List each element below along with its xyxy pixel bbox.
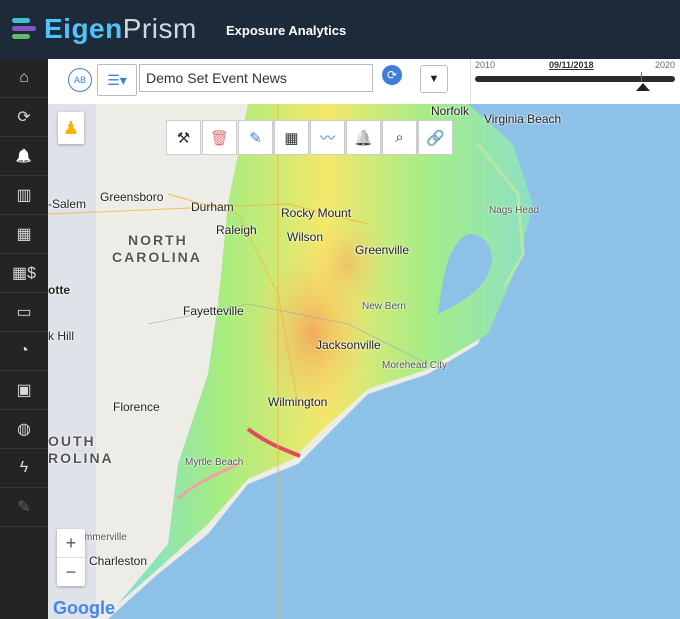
home-icon: ⌂ bbox=[19, 69, 29, 86]
link-button[interactable]: 🔗 bbox=[418, 120, 453, 155]
pen-icon: ✎ bbox=[249, 129, 262, 147]
logo-prism: Prism bbox=[122, 13, 197, 44]
bar-chart-icon: ▥ bbox=[16, 187, 32, 204]
timeline-track[interactable] bbox=[475, 76, 675, 82]
link-icon: 🔗 bbox=[426, 129, 445, 147]
eigenprism-logo[interactable]: EigenPrism bbox=[12, 13, 197, 44]
map-label-myrtle-beach: Myrtle Beach bbox=[185, 457, 244, 468]
trend-button[interactable]: 〰 bbox=[310, 120, 345, 155]
map-label-charleston: Charleston bbox=[89, 554, 148, 568]
map-label-south: OUTH bbox=[48, 433, 96, 449]
draw-button[interactable]: ✎ bbox=[238, 120, 273, 155]
map-label-south-carolina: ROLINA bbox=[48, 450, 114, 466]
globe-icon: ◍ bbox=[17, 421, 31, 438]
list-menu-button[interactable]: ☰▾ bbox=[97, 64, 137, 96]
street-view-pegman[interactable]: ♟ bbox=[58, 112, 84, 144]
map-label-nags-head: Nags Head bbox=[489, 205, 540, 216]
sidebar-item-alerts[interactable]: 🔔 bbox=[0, 137, 48, 176]
toolbar: AB ☰▾ ⟳ ▼ 2010 09/11/2018 2020 bbox=[48, 59, 680, 105]
trend-line-icon: 〰 bbox=[319, 130, 335, 147]
map-label-carolina: CAROLINA bbox=[112, 249, 202, 265]
zoom-in-button[interactable]: + bbox=[57, 529, 85, 557]
pegman-icon: ♟ bbox=[62, 117, 80, 138]
timeline-slider-handle[interactable] bbox=[636, 83, 650, 91]
ab-compare-button[interactable]: AB bbox=[68, 68, 92, 92]
alert-button[interactable]: 🔔 bbox=[346, 120, 381, 155]
briefcase-icon: ▣ bbox=[16, 382, 32, 399]
app-title: Exposure Analytics bbox=[226, 23, 347, 38]
logo-eigen: Eigen bbox=[44, 13, 123, 44]
sidebar-item-sync[interactable]: ⟳ bbox=[0, 98, 48, 137]
app-header: EigenPrism Exposure Analytics bbox=[0, 0, 680, 59]
timeline: 2010 09/11/2018 2020 bbox=[470, 59, 680, 103]
map-label-raleigh: Raleigh bbox=[216, 223, 257, 237]
lightning-icon: ϟ bbox=[19, 459, 29, 476]
map-label-otte: otte bbox=[48, 283, 70, 297]
sidebar-item-monitor[interactable]: ▭ bbox=[0, 293, 48, 332]
map-label-florence: Florence bbox=[113, 400, 160, 414]
bell-icon: 🔔 bbox=[354, 129, 373, 147]
list-icon: ☰▾ bbox=[107, 71, 127, 88]
google-logo: Google bbox=[53, 598, 115, 619]
sidebar-item-events[interactable]: ϟ bbox=[0, 449, 48, 488]
google-logo-text: Google bbox=[53, 598, 115, 618]
bell-icon: 🔔 bbox=[15, 148, 33, 163]
map-view[interactable]: Norfolk Virginia Beach Greensboro -Salem… bbox=[48, 104, 680, 619]
map-label-greensboro: Greensboro bbox=[100, 190, 164, 204]
tools-button[interactable]: ⚒ bbox=[166, 120, 201, 155]
tools-icon: ⚒ bbox=[176, 129, 191, 147]
map-canvas bbox=[48, 104, 533, 619]
map-label-wilson: Wilson bbox=[287, 230, 324, 244]
trash-icon: 🗑 bbox=[209, 129, 230, 147]
search-map-button[interactable]: ⌕ bbox=[382, 120, 417, 155]
globe-sync-icon: ⟳ bbox=[17, 109, 31, 126]
sidebar-item-edit[interactable]: ✎ bbox=[0, 488, 48, 527]
map-label-virginia-beach: Virginia Beach bbox=[484, 112, 562, 126]
map-toolbar: ⚒ 🗑 ✎ ▦ 〰 🔔 ⌕ 🔗 bbox=[166, 120, 454, 155]
search-icon: ⌕ bbox=[395, 129, 404, 146]
map-label-durham: Durham bbox=[191, 200, 234, 214]
sidebar: ⌂ ⟳ 🔔 ▥ ▦ ▦$ ▭ ◔ ▣ ◍ ϟ ✎ bbox=[0, 59, 48, 619]
map-label-fayetteville: Fayetteville bbox=[183, 304, 244, 318]
timeline-start: 2010 bbox=[475, 60, 496, 70]
zoom-out-button[interactable]: − bbox=[57, 557, 85, 586]
map-label-north: NORTH bbox=[128, 232, 188, 248]
sync-button[interactable]: ⟳ bbox=[382, 65, 402, 85]
calculator-icon: ▦ bbox=[284, 129, 299, 147]
sidebar-item-charts[interactable]: ▥ bbox=[0, 176, 48, 215]
sidebar-item-globe[interactable]: ◍ bbox=[0, 410, 48, 449]
sidebar-item-portfolio[interactable]: ▣ bbox=[0, 371, 48, 410]
map-label-summerville: mmerville bbox=[84, 532, 127, 543]
map-label-k-hill: k Hill bbox=[48, 329, 74, 343]
pie-chart-icon: ◔ bbox=[19, 342, 29, 359]
map-label-rocky-mount: Rocky Mount bbox=[281, 206, 352, 220]
grid-dollar-icon: ▦$ bbox=[11, 265, 36, 282]
monitor-icon: ▭ bbox=[16, 304, 32, 321]
logo-icon bbox=[12, 15, 42, 43]
timeline-end: 2020 bbox=[655, 60, 676, 70]
sidebar-item-pie[interactable]: ◔ bbox=[0, 332, 48, 371]
map-label-norfolk: Norfolk bbox=[431, 104, 470, 118]
filter-button[interactable]: ▼ bbox=[420, 65, 448, 93]
event-set-input[interactable] bbox=[139, 64, 373, 92]
zoom-control: + − bbox=[57, 529, 85, 586]
map-label-morehead-city: Morehead City bbox=[382, 360, 448, 371]
delete-button[interactable]: 🗑 bbox=[202, 120, 237, 155]
filter-icon: ▼ bbox=[428, 73, 440, 85]
map-label-greenville: Greenville bbox=[355, 243, 410, 257]
sidebar-item-home[interactable]: ⌂ bbox=[0, 59, 48, 98]
map-label-new-bern: New Bern bbox=[362, 301, 406, 312]
grid-icon: ▦ bbox=[16, 226, 32, 243]
map-label-salem: -Salem bbox=[48, 197, 87, 211]
calculator-button[interactable]: ▦ bbox=[274, 120, 309, 155]
sync-icon: ⟳ bbox=[386, 68, 398, 82]
map-label-jacksonville: Jacksonville bbox=[316, 338, 381, 352]
sidebar-item-grid[interactable]: ▦ bbox=[0, 215, 48, 254]
sidebar-item-financial[interactable]: ▦$ bbox=[0, 254, 48, 293]
edit-icon: ✎ bbox=[17, 499, 31, 516]
timeline-marker bbox=[641, 72, 642, 82]
map-label-wilmington: Wilmington bbox=[268, 395, 328, 409]
timeline-current-date: 09/11/2018 bbox=[549, 60, 594, 70]
